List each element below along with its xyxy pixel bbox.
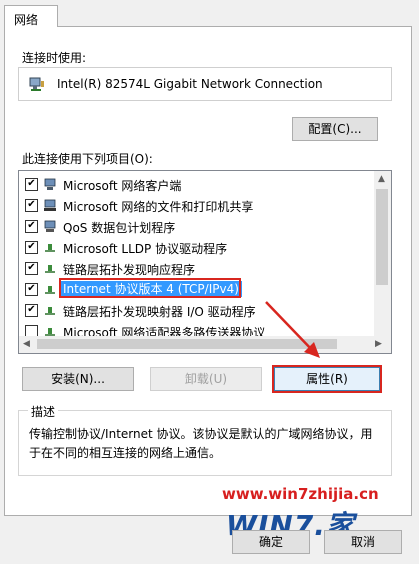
ok-button[interactable]: 确定 bbox=[232, 530, 310, 554]
item-checkbox[interactable]: ✔ bbox=[25, 241, 38, 254]
scroll-right-icon[interactable]: ▶ bbox=[375, 339, 382, 349]
cancel-button[interactable]: 取消 bbox=[324, 530, 402, 554]
protocol-icon bbox=[45, 244, 55, 252]
item-label: 链路层拓扑发现响应程序 bbox=[63, 263, 196, 277]
item-checkbox[interactable]: ✔ bbox=[25, 304, 38, 317]
item-label: Microsoft 网络的文件和打印机共享 bbox=[63, 200, 254, 214]
description-title: 描述 bbox=[28, 403, 59, 420]
list-item[interactable]: ✔ QoS 数据包计划程序 bbox=[19, 216, 375, 237]
protocol-icon bbox=[45, 286, 55, 294]
protocol-icon bbox=[45, 265, 55, 273]
configure-button[interactable]: 配置(C)... bbox=[292, 117, 378, 141]
item-label: QoS 数据包计划程序 bbox=[63, 221, 176, 235]
item-checkbox[interactable]: ✔ bbox=[25, 262, 38, 275]
list-item[interactable]: ✔ 链路层拓扑发现响应程序 bbox=[19, 258, 375, 279]
file-share-icon bbox=[44, 199, 56, 211]
vertical-scroll-thumb[interactable] bbox=[376, 189, 388, 285]
item-checkbox[interactable]: ✔ bbox=[25, 178, 38, 191]
connect-using-label: 连接时使用: bbox=[22, 51, 87, 65]
uninstall-button[interactable]: 卸载(U) bbox=[150, 367, 262, 391]
item-label: Microsoft LLDP 协议驱动程序 bbox=[63, 242, 228, 256]
scroll-up-icon[interactable]: ▲ bbox=[378, 174, 385, 184]
annotation-arrow-icon bbox=[265, 301, 320, 358]
watermark-url: www.win7zhijia.cn bbox=[222, 485, 379, 503]
description-group: 传输控制协议/Internet 协议。该协议是默认的广域网络协议，用于在不同的相… bbox=[18, 410, 392, 476]
item-label: 链路层拓扑发现映射器 I/O 驱动程序 bbox=[63, 305, 256, 319]
horizontal-scrollbar[interactable]: ◀ ▶ bbox=[19, 336, 391, 353]
protocol-icon bbox=[45, 307, 55, 315]
item-checkbox[interactable]: ✔ bbox=[25, 283, 38, 296]
item-label: Microsoft 网络客户端 bbox=[63, 179, 182, 193]
adapter-name: Intel(R) 82574L Gigabit Network Connecti… bbox=[57, 77, 323, 91]
network-adapter-icon bbox=[29, 77, 44, 91]
components-list[interactable]: ✔ Microsoft 网络客户端 ✔ Microsoft 网络的文件和打印机共享 ✔ Q… bbox=[18, 170, 392, 354]
qos-icon bbox=[44, 220, 56, 232]
item-checkbox[interactable]: ✔ bbox=[25, 199, 38, 212]
description-text: 传输控制协议/Internet 协议。该协议是默认的广域网络协议，用于在不同的相… bbox=[29, 427, 373, 460]
install-button[interactable]: 安装(N)... bbox=[22, 367, 134, 391]
items-label: 此连接使用下列项目(O): bbox=[22, 152, 153, 166]
list-item[interactable]: ✔ Microsoft 网络客户端 bbox=[19, 174, 375, 195]
highlight-box-properties bbox=[272, 365, 382, 393]
list-item[interactable]: ✔ Microsoft 网络的文件和打印机共享 bbox=[19, 195, 375, 216]
adapter-box: Intel(R) 82574L Gigabit Network Connecti… bbox=[18, 67, 392, 101]
tab-network[interactable]: 网络 bbox=[4, 5, 58, 27]
item-checkbox[interactable]: ✔ bbox=[25, 220, 38, 233]
highlight-box-tcpipv4 bbox=[59, 278, 241, 298]
network-client-icon bbox=[44, 178, 56, 190]
list-item[interactable]: ✔ Microsoft LLDP 协议驱动程序 bbox=[19, 237, 375, 258]
vertical-scrollbar[interactable]: ▲ bbox=[374, 171, 391, 337]
scroll-left-icon[interactable]: ◀ bbox=[23, 339, 30, 349]
